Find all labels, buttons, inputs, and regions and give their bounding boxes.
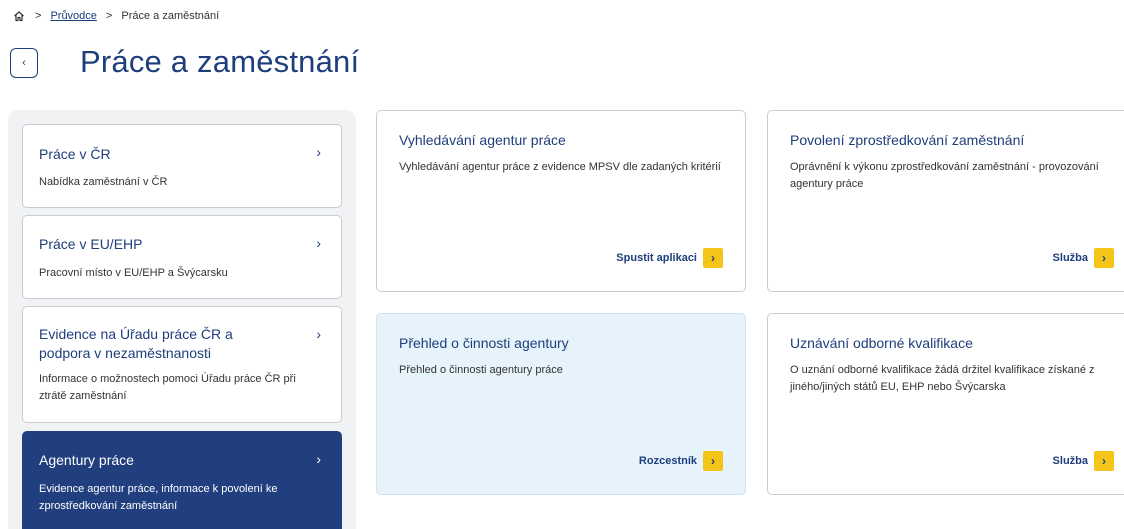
card-desc: Přehled o činnosti agentury práce: [399, 364, 563, 376]
sidebar-item-desc-line1: Evidence agentur práce, informace k povo…: [39, 483, 278, 495]
breadcrumb-link-pruvodce[interactable]: Průvodce: [50, 10, 96, 22]
card-vyhledavani-agentur[interactable]: Vyhledávání agentur práce Vyhledávání ag…: [376, 110, 746, 292]
sidebar-item-desc-line2: ztrátě zaměstnání: [39, 390, 127, 402]
cta-label: Služba: [1052, 252, 1088, 264]
chevron-right-icon: ›: [316, 144, 321, 160]
breadcrumb-separator: >: [35, 10, 42, 22]
sidebar-item-desc-line1: Informace o možnostech pomoci Úřadu prác…: [39, 373, 296, 385]
card-uznavani-kvalifikace[interactable]: Uznávání odborné kvalifikace O uznání od…: [767, 313, 1124, 495]
card-title: Uznávání odborné kvalifikace: [790, 335, 973, 351]
sidebar-item-agentury-prace[interactable]: Agentury práce Evidence agentur práce, i…: [22, 431, 342, 529]
sidebar-item-desc: Nabídka zaměstnání v ČR: [39, 176, 168, 188]
card-title: Povolení zprostředkování zaměstnání: [790, 132, 1025, 148]
page-title: Práce a zaměstnání: [80, 44, 360, 79]
chevron-right-icon: ›: [316, 235, 321, 251]
chevron-right-icon: ›: [316, 326, 321, 342]
rozcestnik-button[interactable]: Rozcestník ›: [639, 451, 723, 471]
home-icon[interactable]: [12, 9, 26, 23]
breadcrumb-current: Práce a zaměstnání: [121, 10, 220, 22]
breadcrumb: > Průvodce > Práce a zaměstnání: [12, 8, 219, 24]
sidebar-item-desc-line2: zprostředkování zaměstnání: [39, 500, 178, 512]
sidebar-item-prace-v-cr[interactable]: Práce v ČR Nabídka zaměstnání v ČR ›: [22, 124, 342, 208]
chevron-right-icon: ›: [316, 451, 321, 467]
card-title: Přehled o činnosti agentury: [399, 335, 569, 351]
card-povoleni-zprostredkovani[interactable]: Povolení zprostředkování zaměstnání Oprá…: [767, 110, 1124, 292]
card-desc: O uznání odborné kvalifikace žádá držite…: [790, 364, 1095, 393]
sidebar-item-title: Práce v ČR: [39, 146, 111, 162]
arrow-right-icon: ›: [1094, 248, 1114, 268]
cta-label: Rozcestník: [638, 455, 697, 467]
back-button[interactable]: ‹: [10, 48, 38, 78]
arrow-right-icon: ›: [703, 248, 723, 268]
card-title: Vyhledávání agentur práce: [399, 132, 566, 148]
sidebar-item-title-line2: podpora v nezaměstnanosti: [39, 345, 211, 361]
arrow-right-icon: ›: [703, 451, 723, 471]
sidebar-item-evidence-up[interactable]: Evidence na Úřadu práce ČR a podpora v n…: [22, 306, 342, 423]
sidebar-item-title: Práce v EU/EHP: [39, 236, 143, 252]
card-prehled-cinnosti[interactable]: Přehled o činnosti agentury Přehled o či…: [376, 313, 746, 495]
cta-label: Služba: [1052, 455, 1088, 467]
sluzba-button[interactable]: Služba ›: [1053, 248, 1114, 268]
breadcrumb-separator: >: [105, 10, 113, 22]
sidebar-item-prace-v-eu[interactable]: Práce v EU/EHP Pracovní místo v EU/EHP a…: [22, 215, 342, 299]
arrow-right-icon: ›: [1094, 451, 1114, 471]
chevron-left-icon: ‹: [22, 57, 26, 69]
cta-label: Spustit aplikaci: [616, 252, 697, 264]
sidebar-item-desc: Pracovní místo v EU/EHP a Švýcarsku: [39, 267, 228, 279]
spustit-aplikaci-button[interactable]: Spustit aplikaci ›: [616, 248, 723, 268]
sluzba-button[interactable]: Služba ›: [1053, 451, 1114, 471]
card-desc: Oprávnění k výkonu zprostředkování zaměs…: [790, 161, 1099, 190]
sidebar-item-title-line1: Evidence na Úřadu práce ČR a: [39, 326, 233, 342]
card-desc: Vyhledávání agentur práce z evidence MPS…: [399, 161, 721, 173]
sidebar-item-title: Agentury práce: [39, 452, 134, 468]
